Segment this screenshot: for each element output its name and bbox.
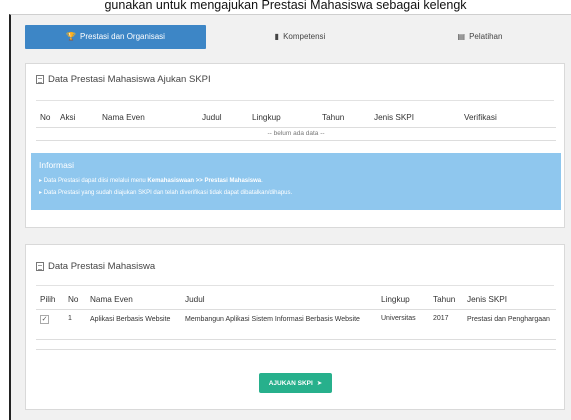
table-row: ✓ 1 Aplikasi Berbasis Website Membangun … — [36, 309, 556, 339]
ajukan-skpi-button[interactable]: AJUKAN SKPI ➤ — [259, 373, 332, 393]
col-nama-even: Nama Even — [90, 294, 133, 304]
ajukan-table: No Aksi Nama Even Judul Lingkup Tahun Je… — [36, 108, 556, 141]
col-judul: Judul — [185, 294, 205, 304]
divider — [36, 100, 554, 101]
info-title: Informasi — [39, 160, 74, 170]
info-box: Informasi ▸ Data Prestasi dapat diisi me… — [31, 153, 561, 210]
tab-label: Kompetensi — [283, 32, 326, 41]
tab-bar: 🏆 Prestasi dan Organisasi ▮ Kompetensi ▤… — [25, 25, 565, 49]
tab-label: Pelatihan — [469, 32, 503, 41]
col-no: No — [40, 112, 51, 122]
info-menu-path: Kemahasiswaan >> Prestasi Mahasiswa — [147, 178, 262, 184]
col-lingkup: Lingkup — [381, 294, 410, 304]
col-pilih: Pilih — [40, 294, 56, 304]
send-icon: ➤ — [316, 380, 323, 387]
col-jenis-skpi: Jenis SKPI — [374, 112, 415, 122]
empty-message: -- belum ada data -- — [267, 130, 325, 137]
col-jenis-skpi: Jenis SKPI — [467, 294, 508, 304]
cell-lingkup: Universitas — [381, 314, 416, 322]
prestasi-table: Pilih No Nama Even Judul Lingkup Tahun J… — [36, 290, 556, 350]
divider — [36, 285, 554, 286]
col-verifikasi: Verifikasi — [464, 112, 497, 122]
table-footer-row — [36, 339, 556, 349]
table-header-row: No Aksi Nama Even Judul Lingkup Tahun Je… — [36, 108, 556, 127]
submit-label: AJUKAN SKPI — [268, 379, 313, 387]
tab-kompetensi[interactable]: ▮ Kompetensi — [225, 25, 375, 49]
document-icon — [36, 75, 44, 84]
col-aksi: Aksi — [60, 112, 76, 122]
select-cell: ✓ — [36, 309, 64, 339]
col-no: No — [68, 294, 79, 304]
col-tahun: Tahun — [322, 112, 345, 122]
row-checkbox[interactable]: ✓ — [40, 314, 49, 324]
col-judul: Judul — [202, 112, 222, 122]
info-line-2: ▸ Data Prestasi yang sudah diajukan SKPI… — [39, 190, 293, 196]
trophy-icon: 🏆 — [66, 32, 77, 41]
empty-row: -- belum ada data -- — [36, 127, 556, 140]
info-line-1: ▸ Data Prestasi dapat diisi melalui menu… — [39, 178, 263, 184]
document-icon — [36, 262, 44, 271]
panel-title: Data Prestasi Mahasiswa — [36, 261, 155, 272]
col-nama-even: Nama Even — [102, 112, 145, 122]
tab-pelatihan[interactable]: ▤ Pelatihan — [405, 25, 555, 49]
table-header-row: Pilih No Nama Even Judul Lingkup Tahun J… — [36, 290, 556, 309]
cell-judul: Membangun Aplikasi Sistem Informasi Berb… — [185, 315, 360, 323]
ajukan-skpi-panel: Data Prestasi Mahasiswa Ajukan SKPI No A… — [25, 63, 565, 228]
cell-no: 1 — [68, 314, 72, 322]
document-caption: gunakan untuk mengajukan Prestasi Mahasi… — [104, 0, 467, 12]
list-icon: ▤ — [457, 32, 466, 41]
cell-nama-even: Aplikasi Berbasis Website — [90, 315, 171, 323]
col-lingkup: Lingkup — [252, 112, 281, 122]
book-icon: ▮ — [274, 32, 280, 41]
cell-tahun: 2017 — [433, 314, 449, 322]
tab-label: Prestasi dan Organisasi — [80, 32, 165, 41]
cell-jenis-skpi: Prestasi dan Penghargaan — [467, 315, 550, 323]
panel-title: Data Prestasi Mahasiswa Ajukan SKPI — [36, 74, 211, 85]
col-tahun: Tahun — [433, 294, 456, 304]
tab-prestasi-organisasi[interactable]: 🏆 Prestasi dan Organisasi — [25, 25, 206, 49]
